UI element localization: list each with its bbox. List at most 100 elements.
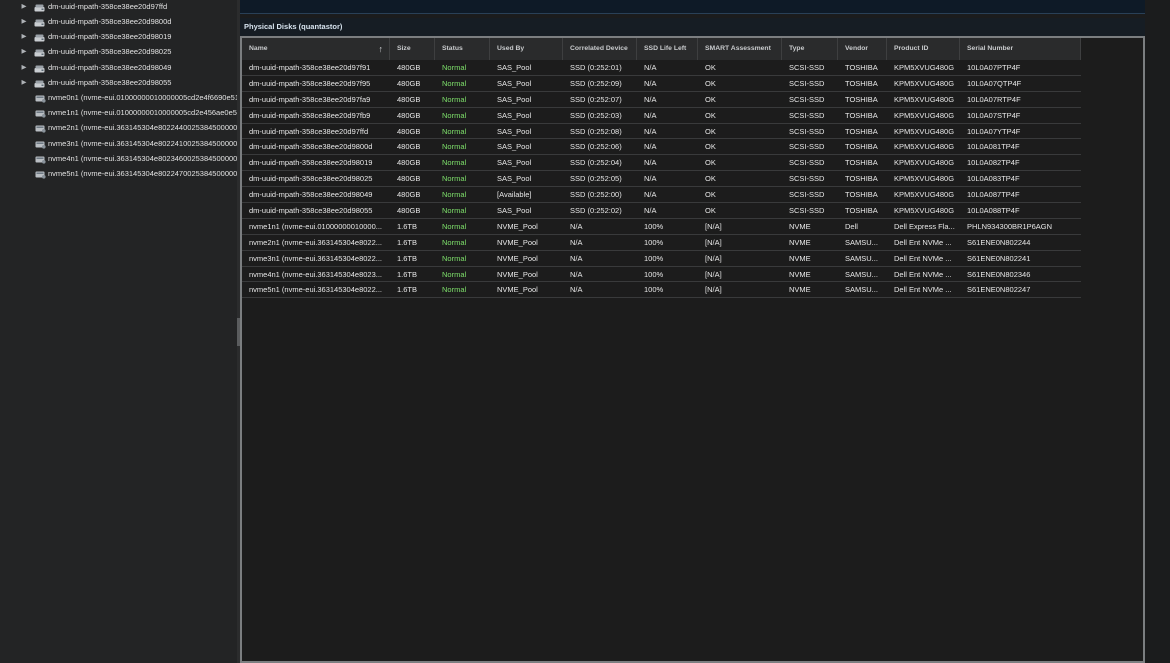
expand-arrow-icon[interactable]: ▶ <box>20 0 28 14</box>
cell-correlated-device: SSD (0:252:01) <box>570 63 622 72</box>
column-header-type[interactable]: Type <box>782 38 838 60</box>
cell-status: Normal <box>442 269 467 279</box>
sort-ascending-icon[interactable]: ↑ <box>379 38 384 60</box>
cell-product-id: Dell Ent NVMe ... <box>894 285 952 295</box>
cell-type: NVME <box>789 269 811 279</box>
cell-size: 480GB <box>397 78 421 88</box>
cell-used-by: SAS_Pool <box>497 174 532 184</box>
table-row[interactable]: dm-uuid-mpath-358ce38ee20d97fb9 480GB Norm… <box>242 108 1081 124</box>
tree-item[interactable]: nvme5n1 (nvme-eui.363145304e802247002538… <box>0 166 237 181</box>
cell-serial-number: S61ENE0N802247 <box>967 285 1031 295</box>
cell-status: Normal <box>442 126 467 136</box>
column-header-serial-number[interactable]: Serial Number <box>960 38 1081 60</box>
table-row[interactable]: dm-uuid-mpath-358ce38ee20d97f91 480GB Norm… <box>242 60 1081 76</box>
cell-type: NVME <box>789 237 811 247</box>
nvme-disk-icon <box>35 154 46 164</box>
column-header-used-by[interactable]: Used By <box>490 38 563 60</box>
cell-ssd-life-left: N/A <box>644 94 657 104</box>
tree-item-label: dm-uuid-mpath-358ce38ee20d98049 <box>48 62 172 72</box>
cell-vendor: TOSHIBA <box>845 190 878 200</box>
cell-status: Normal <box>442 221 467 231</box>
cell-correlated-device: SSD (0:252:00) <box>570 190 622 200</box>
table-row[interactable]: dm-uuid-mpath-358ce38ee20d98019 480GB Norm… <box>242 155 1081 172</box>
column-header-correlated-device[interactable]: Correlated Device <box>563 38 637 60</box>
top-panel <box>240 0 1145 14</box>
table-row[interactable]: nvme1n1 (nvme-eui.01000000010000... 1.6TB… <box>242 219 1081 235</box>
tree-item-label: dm-uuid-mpath-358ce38ee20d98025 <box>48 47 172 57</box>
table-row[interactable]: nvme5n1 (nvme-eui.363145304e8022... 1.6TB… <box>242 282 1081 299</box>
expand-arrow-icon[interactable]: ▶ <box>20 60 28 75</box>
cell-correlated-device: N/A <box>570 285 583 295</box>
cell-used-by: SAS_Pool <box>497 126 532 136</box>
column-header-smart-assessment[interactable]: SMART Assessment <box>698 38 782 60</box>
cell-vendor: TOSHIBA <box>845 110 878 120</box>
cell-used-by: SAS_Pool <box>497 78 532 88</box>
cell-smart-assessment: OK <box>705 142 716 152</box>
table-row[interactable]: nvme2n1 (nvme-eui.363145304e8022... 1.6TB… <box>242 235 1081 251</box>
tree-item[interactable]: nvme0n1 (nvme-eui.01000000010000005cd2e4… <box>0 90 237 105</box>
table-row[interactable]: dm-uuid-mpath-358ce38ee20d97fa9 480GB Norm… <box>242 92 1081 108</box>
cell-product-id: Dell Ent NVMe ... <box>894 253 952 263</box>
cell-ssd-life-left: 100% <box>644 253 664 263</box>
tree-item[interactable]: nvme3n1 (nvme-eui.363145304e802241002538… <box>0 136 237 151</box>
tree-item[interactable]: nvme1n1 (nvme-eui.01000000010000005cd2e4… <box>0 105 237 120</box>
grid-body: dm-uuid-mpath-358ce38ee20d97f91 480GB Norm… <box>242 60 1142 299</box>
table-row[interactable]: dm-uuid-mpath-358ce38ee20d98055 480GB Norm… <box>242 203 1081 219</box>
tree-item[interactable]: ▶ dm-uuid-mpath-358ce38ee20d98019 <box>0 29 237 44</box>
cell-size: 1.6TB <box>397 269 418 279</box>
table-row[interactable]: dm-uuid-mpath-358ce38ee20d98049 480GB Norm… <box>242 187 1081 204</box>
table-row[interactable]: nvme3n1 (nvme-eui.363145304e8022... 1.6TB… <box>242 251 1081 267</box>
cell-smart-assessment: OK <box>705 158 716 168</box>
tree-item[interactable]: ▶ dm-uuid-mpath-358ce38ee20d98049 <box>0 60 237 75</box>
column-header-status[interactable]: Status <box>435 38 490 60</box>
column-header-ssd-life-left[interactable]: SSD Life Left <box>637 38 698 60</box>
table-row[interactable]: dm-uuid-mpath-358ce38ee20d98025 480GB Norm… <box>242 171 1081 188</box>
tree-item-label: dm-uuid-mpath-358ce38ee20d98019 <box>48 32 172 42</box>
tree-item[interactable]: ▶ dm-uuid-mpath-358ce38ee20d9800d <box>0 14 237 29</box>
disk-icon <box>34 2 45 12</box>
tree-item[interactable]: nvme4n1 (nvme-eui.363145304e802346002538… <box>0 151 237 166</box>
cell-size: 1.6TB <box>397 237 418 247</box>
expand-arrow-icon[interactable]: ▶ <box>20 29 28 44</box>
cell-ssd-life-left: N/A <box>644 158 657 168</box>
cell-ssd-life-left: N/A <box>644 142 657 152</box>
cell-smart-assessment: [N/A] <box>705 253 722 263</box>
disk-icon <box>34 78 45 88</box>
column-header-name[interactable]: Name ↑ <box>242 38 390 60</box>
cell-ssd-life-left: 100% <box>644 269 664 279</box>
column-header-size[interactable]: Size <box>390 38 435 60</box>
cell-used-by: SAS_Pool <box>497 206 532 216</box>
cell-name: dm-uuid-mpath-358ce38ee20d98055 <box>249 206 373 216</box>
cell-ssd-life-left: N/A <box>644 190 657 200</box>
cell-serial-number: 10L0A082TP4F <box>967 158 1020 168</box>
expand-arrow-icon[interactable]: ▶ <box>20 44 28 59</box>
tree-item[interactable]: nvme2n1 (nvme-eui.363145304e802244002538… <box>0 120 237 135</box>
cell-status: Normal <box>442 142 467 152</box>
cell-serial-number: 10L0A07RTP4F <box>967 94 1021 104</box>
cell-used-by: NVME_Pool <box>497 253 538 263</box>
expand-arrow-icon[interactable]: ▶ <box>20 75 28 90</box>
cell-name: nvme5n1 (nvme-eui.363145304e8022... <box>249 285 383 295</box>
cell-name: dm-uuid-mpath-358ce38ee20d98025 <box>249 174 373 184</box>
cell-name: dm-uuid-mpath-358ce38ee20d98049 <box>249 190 373 200</box>
expand-arrow-icon[interactable]: ▶ <box>20 14 28 29</box>
table-row[interactable]: dm-uuid-mpath-358ce38ee20d9800d 480GB Norm… <box>242 139 1081 156</box>
cell-smart-assessment: OK <box>705 63 716 72</box>
cell-status: Normal <box>442 94 467 104</box>
table-row[interactable]: dm-uuid-mpath-358ce38ee20d97f95 480GB Norm… <box>242 76 1081 92</box>
tree-item-label: nvme2n1 (nvme-eui.363145304e802244002538… <box>48 123 237 133</box>
cell-vendor: TOSHIBA <box>845 206 878 216</box>
column-header-label: Status <box>442 45 463 52</box>
cell-size: 480GB <box>397 206 421 216</box>
table-row[interactable]: dm-uuid-mpath-358ce38ee20d97ffd 480GB Norm… <box>242 124 1081 140</box>
cell-ssd-life-left: N/A <box>644 110 657 120</box>
cell-type: SCSI-SSD <box>789 206 825 216</box>
column-header-product-id[interactable]: Product ID <box>887 38 960 60</box>
tree-item[interactable]: ▶ dm-uuid-mpath-358ce38ee20d97ffd <box>0 0 237 14</box>
tree-item[interactable]: ▶ dm-uuid-mpath-358ce38ee20d98025 <box>0 44 237 59</box>
column-header-vendor[interactable]: Vendor <box>838 38 887 60</box>
tree-item[interactable]: ▶ dm-uuid-mpath-358ce38ee20d98055 <box>0 75 237 90</box>
table-row[interactable]: nvme4n1 (nvme-eui.363145304e8023... 1.6TB… <box>242 267 1081 283</box>
cell-correlated-device: N/A <box>570 253 583 263</box>
cell-vendor: TOSHIBA <box>845 126 878 136</box>
